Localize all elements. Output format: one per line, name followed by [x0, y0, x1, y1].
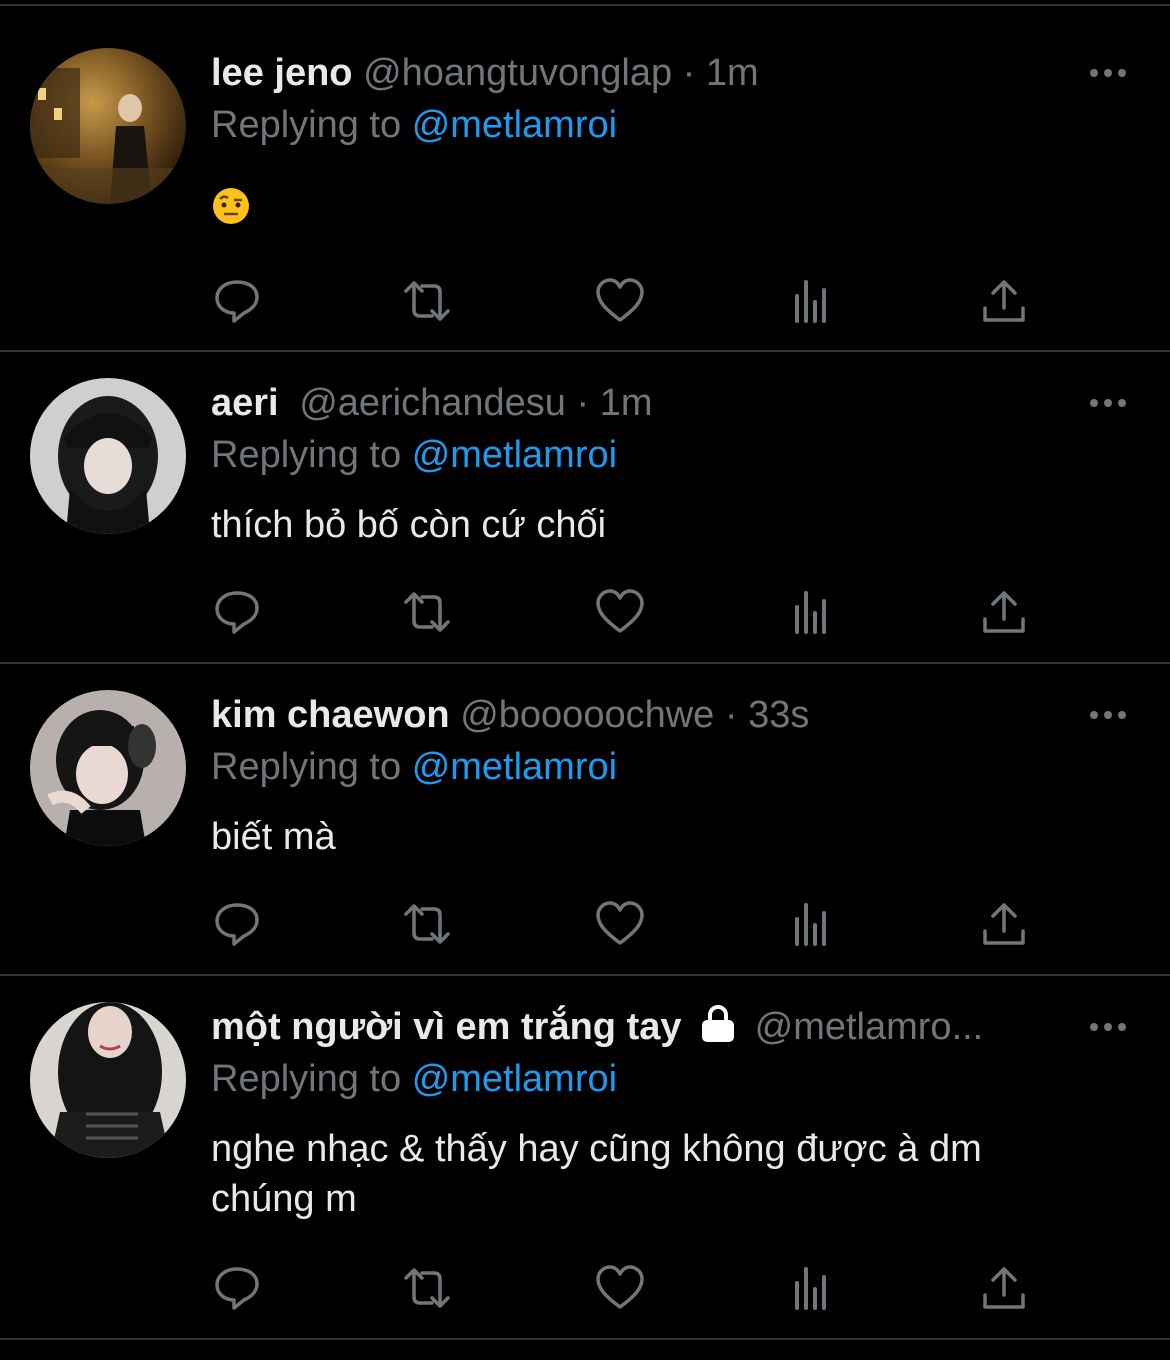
timestamp[interactable]: 1m [600, 382, 653, 424]
avatar[interactable] [30, 690, 186, 846]
avatar[interactable] [30, 48, 186, 204]
heart-icon[interactable] [595, 276, 645, 326]
share-icon[interactable] [979, 899, 1029, 949]
heart-icon[interactable] [595, 1263, 645, 1313]
mention-link[interactable]: @metlamroi [412, 104, 617, 146]
retweet-icon[interactable] [402, 276, 452, 326]
views-icon[interactable] [787, 587, 837, 637]
more-icon[interactable] [1086, 700, 1130, 730]
lock-icon [702, 1005, 735, 1042]
action-bar [0, 587, 1170, 637]
share-icon[interactable] [979, 276, 1029, 326]
timestamp[interactable]: 33s [748, 694, 809, 736]
replying-to: Replying to @metlamroi [211, 742, 617, 792]
retweet-icon[interactable] [402, 899, 452, 949]
mention-link[interactable]: @metlamroi [412, 434, 617, 476]
tweet-text [211, 186, 1110, 239]
replying-to: Replying to @metlamroi [211, 430, 617, 480]
mention-link[interactable]: @metlamroi [412, 1058, 617, 1100]
raised-eyebrow-emoji-icon [213, 188, 249, 224]
share-icon[interactable] [979, 587, 1029, 637]
tweet-header: một người vì em trắng tay @metlamro... [211, 1002, 1070, 1052]
user-handle[interactable]: @booooochwe [460, 694, 714, 736]
user-handle[interactable]: @hoangtuvonglap [363, 52, 672, 94]
tweet-text: nghe nhạc & thấy hay cũng không được à d… [211, 1124, 1110, 1224]
reply-icon[interactable] [212, 276, 262, 326]
avatar[interactable] [30, 378, 186, 534]
divider [0, 974, 1170, 976]
display-name[interactable]: lee jeno [211, 52, 353, 94]
views-icon[interactable] [787, 1263, 837, 1313]
tweet-text-line: chúng m [211, 1178, 357, 1220]
replying-to: Replying to @metlamroi [211, 100, 617, 150]
divider [0, 1338, 1170, 1340]
reply-icon[interactable] [212, 587, 262, 637]
tweet-header: lee jeno @hoangtuvonglap · 1m [211, 48, 1070, 98]
replying-to-label: Replying to [211, 746, 402, 788]
display-name[interactable]: kim chaewon [211, 694, 450, 736]
reply-feed: lee jeno @hoangtuvonglap · 1m Replying t… [0, 0, 1170, 1360]
more-icon[interactable] [1086, 1012, 1130, 1042]
replying-to-label: Replying to [211, 104, 402, 146]
share-icon[interactable] [979, 1263, 1029, 1313]
retweet-icon[interactable] [402, 587, 452, 637]
display-name[interactable]: một người vì em trắng tay [211, 1006, 682, 1048]
divider [0, 662, 1170, 664]
separator-dot: · [682, 52, 696, 94]
views-icon[interactable] [787, 276, 837, 326]
action-bar [0, 1263, 1170, 1313]
replying-to: Replying to @metlamroi [211, 1054, 617, 1104]
user-handle[interactable]: @aerichandesu [299, 382, 566, 424]
views-icon[interactable] [787, 899, 837, 949]
divider [0, 4, 1170, 6]
more-icon[interactable] [1086, 388, 1130, 418]
separator-dot: · [724, 694, 738, 736]
more-icon[interactable] [1086, 58, 1130, 88]
tweet-text-line: nghe nhạc & thấy hay cũng không được à d… [211, 1128, 982, 1170]
separator-dot: · [576, 382, 590, 424]
divider [0, 350, 1170, 352]
avatar[interactable] [30, 1002, 186, 1158]
action-bar [0, 276, 1170, 326]
heart-icon[interactable] [595, 899, 645, 949]
heart-icon[interactable] [595, 587, 645, 637]
user-handle[interactable]: @metlamro... [755, 1006, 984, 1048]
action-bar [0, 899, 1170, 949]
replying-to-label: Replying to [211, 1058, 402, 1100]
tweet-text: thích bỏ bố còn cứ chối [211, 504, 607, 546]
display-name[interactable]: aeri [211, 382, 279, 424]
tweet-header: kim chaewon @booooochwe · 33s [211, 690, 1070, 740]
tweet-text: biết mà [211, 816, 336, 858]
tweet-header: aeri @aerichandesu · 1m [211, 378, 1070, 428]
retweet-icon[interactable] [402, 1263, 452, 1313]
replying-to-label: Replying to [211, 434, 402, 476]
reply-icon[interactable] [212, 899, 262, 949]
reply-icon[interactable] [212, 1263, 262, 1313]
mention-link[interactable]: @metlamroi [412, 746, 617, 788]
timestamp[interactable]: 1m [706, 52, 759, 94]
